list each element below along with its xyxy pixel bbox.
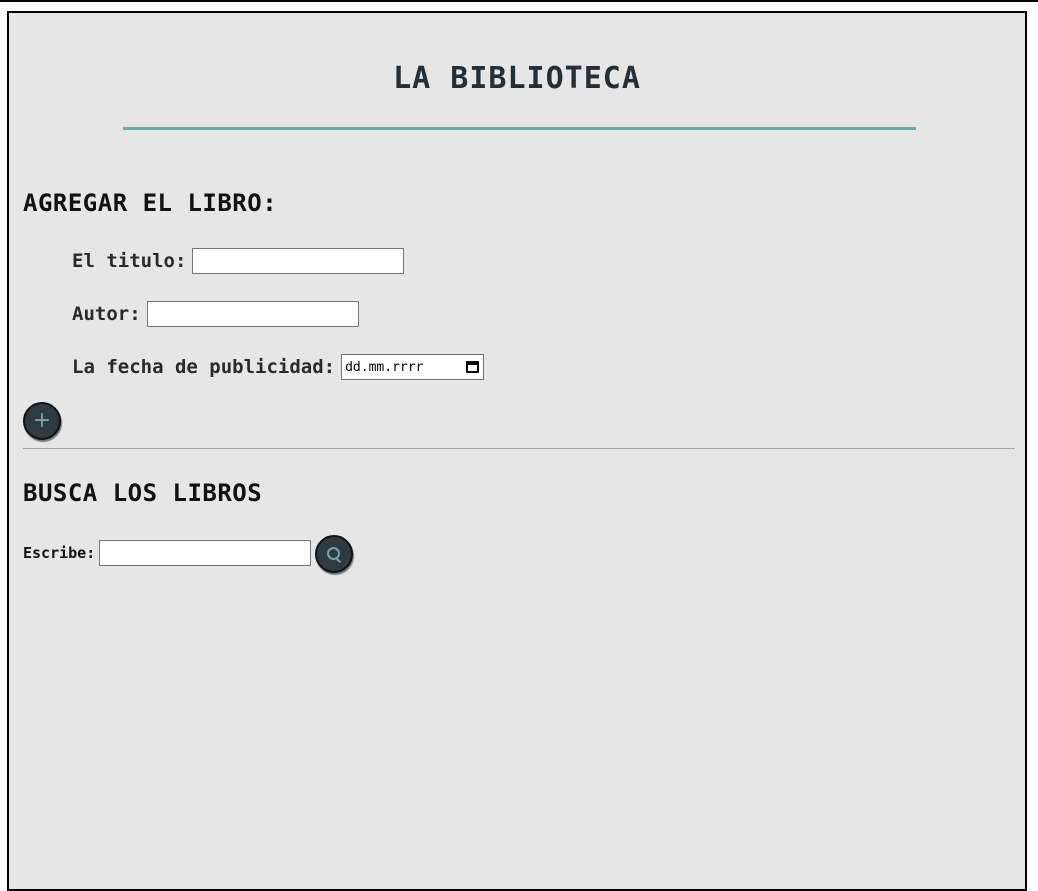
section-divider bbox=[23, 448, 1015, 449]
add-book-heading: AGREGAR EL LIBRO: bbox=[23, 189, 278, 217]
plus-icon: + bbox=[32, 408, 52, 433]
search-row: Escribe: bbox=[23, 539, 312, 567]
title-underline bbox=[123, 127, 916, 130]
calendar-icon[interactable] bbox=[466, 361, 480, 373]
publication-date-input[interactable]: dd.mm.rrrr bbox=[341, 354, 485, 380]
author-row: Autor: bbox=[72, 300, 359, 328]
add-book-button[interactable]: + bbox=[23, 402, 61, 440]
search-input[interactable] bbox=[99, 540, 312, 566]
search-button[interactable] bbox=[315, 535, 353, 573]
top-border-line bbox=[0, 0, 1038, 2]
book-title-input[interactable] bbox=[192, 248, 405, 274]
author-input[interactable] bbox=[146, 301, 359, 327]
page-title: LA BIBLIOTECA bbox=[393, 61, 641, 96]
book-title-label: El titulo: bbox=[72, 250, 187, 272]
library-panel: LA BIBLIOTECA AGREGAR EL LIBRO: El titul… bbox=[7, 11, 1027, 891]
author-label: Autor: bbox=[72, 303, 141, 325]
book-title-row: El titulo: bbox=[72, 247, 405, 275]
date-placeholder: dd.mm.rrrr bbox=[345, 359, 424, 375]
publication-date-label: La fecha de publicidad: bbox=[72, 356, 336, 378]
publication-date-row: La fecha de publicidad: dd.mm.rrrr bbox=[72, 353, 485, 381]
search-heading: BUSCA LOS LIBROS bbox=[23, 479, 263, 507]
search-label: Escribe: bbox=[23, 544, 96, 562]
magnifier-icon bbox=[327, 547, 341, 563]
